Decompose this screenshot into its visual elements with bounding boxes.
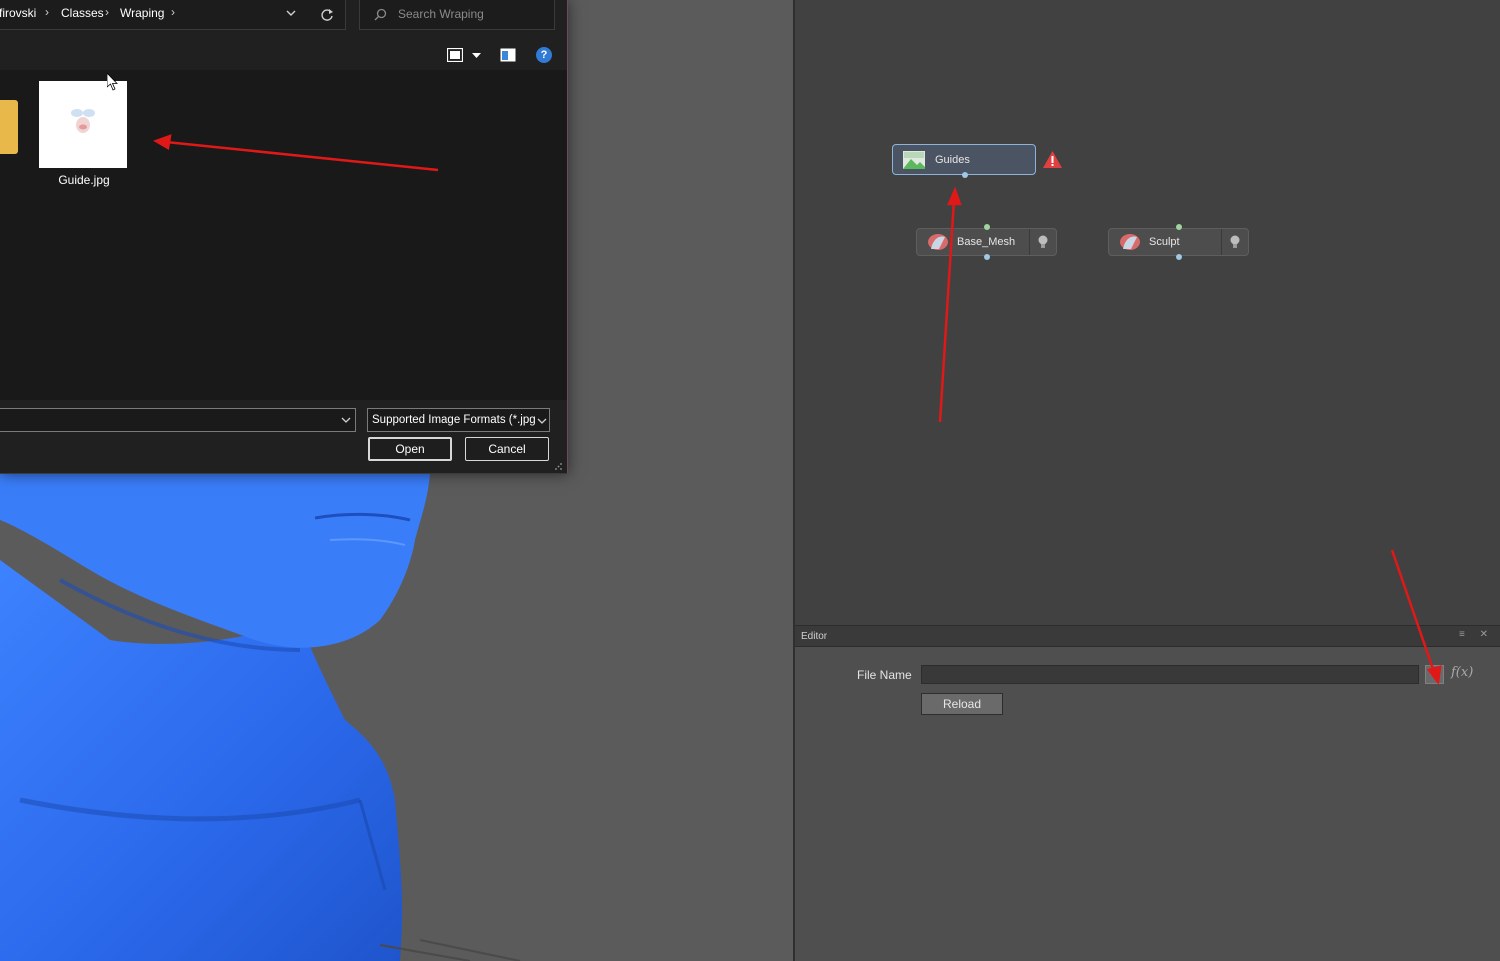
- image-icon: [903, 150, 925, 169]
- file-type-select[interactable]: Supported Image Formats (*.jpg: [367, 408, 550, 432]
- chevron-down-icon[interactable]: [536, 417, 548, 425]
- bulb-icon: [1230, 235, 1240, 248]
- breadcrumb-item[interactable]: firovski: [0, 6, 36, 20]
- input-port[interactable]: [1176, 224, 1182, 230]
- search-input[interactable]: Search Wraping: [359, 0, 555, 30]
- breadcrumb-separator: ›: [105, 5, 109, 19]
- file-type-value: Supported Image Formats (*.jpg: [372, 414, 536, 426]
- mesh-icon: [1120, 234, 1140, 250]
- open-button[interactable]: Open: [368, 437, 452, 461]
- breadcrumb-item[interactable]: Classes: [61, 6, 104, 20]
- input-port[interactable]: [984, 224, 990, 230]
- node-graph[interactable]: Guides Base_Mesh Sculpt: [795, 0, 1500, 625]
- search-placeholder: Search Wraping: [398, 7, 484, 21]
- view-dropdown-icon[interactable]: [472, 53, 481, 58]
- folder-icon[interactable]: [0, 100, 18, 154]
- output-port[interactable]: [1176, 254, 1182, 260]
- file-item[interactable]: [39, 81, 127, 168]
- expression-button[interactable]: f(x): [1451, 665, 1473, 680]
- dialog-toolbar: ?: [0, 38, 567, 70]
- output-port[interactable]: [962, 172, 968, 178]
- mouse-cursor-icon: [107, 73, 118, 91]
- reload-button[interactable]: Reload: [921, 693, 1003, 715]
- file-name: Guide.jpg: [58, 173, 110, 187]
- dialog-address-bar: firovski › Classes › Wraping › Search Wr…: [0, 0, 567, 38]
- output-port[interactable]: [984, 254, 990, 260]
- breadcrumb-item[interactable]: Wraping: [120, 6, 164, 20]
- preview-pane-icon[interactable]: [500, 48, 516, 62]
- node-label: Base_Mesh: [957, 236, 1016, 248]
- editor-title: Editor: [801, 630, 828, 642]
- visibility-toggle[interactable]: [1029, 229, 1056, 255]
- image-thumbnail: [71, 109, 95, 133]
- cancel-button[interactable]: Cancel: [465, 437, 549, 461]
- mesh-icon: [928, 234, 948, 250]
- editor-panel: Editor ≡ ✕ File Name ... f(x) Reload: [795, 625, 1500, 961]
- node-sculpt[interactable]: Sculpt: [1108, 228, 1249, 256]
- dialog-footer: Supported Image Formats (*.jpg Open Canc…: [0, 400, 567, 473]
- breadcrumb-separator: ›: [171, 5, 175, 19]
- help-icon[interactable]: ?: [536, 47, 552, 63]
- search-icon: [374, 8, 387, 21]
- panel-menu-close-icons[interactable]: ≡ ✕: [1459, 629, 1494, 640]
- visibility-toggle[interactable]: [1221, 229, 1248, 255]
- node-label: Guides: [935, 153, 970, 166]
- chevron-down-icon[interactable]: [286, 10, 296, 16]
- open-file-dialog: firovski › Classes › Wraping › Search Wr…: [0, 0, 568, 474]
- warning-icon: [1043, 151, 1062, 168]
- node-base-mesh[interactable]: Base_Mesh: [916, 228, 1057, 256]
- file-name-label: File Name: [857, 668, 912, 682]
- bulb-icon: [1038, 235, 1048, 248]
- filename-combobox[interactable]: [0, 408, 356, 432]
- refresh-icon[interactable]: [320, 8, 334, 22]
- editor-header: Editor ≡ ✕: [795, 625, 1500, 647]
- node-guides[interactable]: Guides: [892, 144, 1036, 175]
- resize-grip-icon[interactable]: [554, 462, 563, 471]
- chevron-down-icon[interactable]: [341, 417, 351, 423]
- file-list[interactable]: Guide.jpg: [0, 70, 567, 400]
- node-label: Sculpt: [1149, 236, 1180, 248]
- breadcrumb-separator: ›: [45, 5, 49, 19]
- breadcrumb[interactable]: firovski › Classes › Wraping ›: [0, 0, 346, 30]
- browse-button[interactable]: ...: [1425, 665, 1444, 684]
- file-name-input[interactable]: [921, 665, 1419, 684]
- view-mode-icon[interactable]: [447, 48, 463, 62]
